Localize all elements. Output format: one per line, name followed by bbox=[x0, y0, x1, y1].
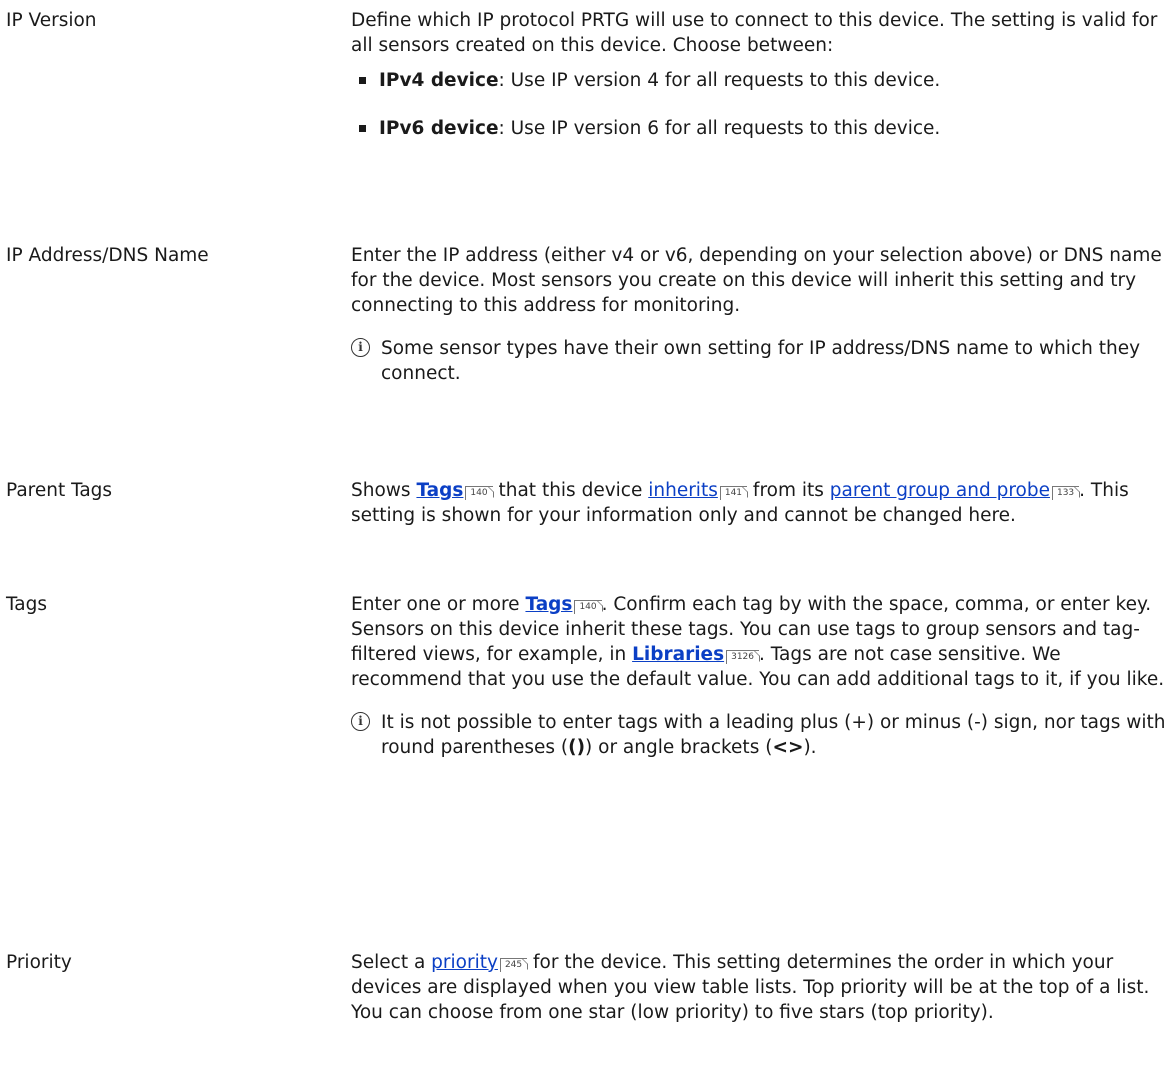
description-paragraph: Enter one or more Tags 140. Confirm each … bbox=[351, 592, 1166, 692]
description-text: from its bbox=[747, 480, 830, 501]
parent-group-link[interactable]: parent group and probe bbox=[830, 480, 1050, 501]
tags-link[interactable]: Tags bbox=[416, 480, 463, 501]
page-ref: 133 bbox=[1051, 486, 1080, 500]
setting-description: Enter one or more Tags 140. Confirm each … bbox=[351, 592, 1166, 760]
setting-description: Select a priority 245 for the device. Thi… bbox=[351, 950, 1166, 1025]
description-text: Enter the IP address (either v4 or v6, d… bbox=[351, 245, 1162, 316]
note-bold-text: <> bbox=[772, 737, 804, 758]
info-note: i It is not possible to enter tags with … bbox=[351, 710, 1166, 760]
page-ref: 140 bbox=[465, 486, 493, 500]
description-text: Define which IP protocol PRTG will use t… bbox=[351, 10, 1158, 56]
setting-label: Tags bbox=[6, 594, 47, 615]
info-icon: i bbox=[351, 338, 370, 357]
tags-link[interactable]: Tags bbox=[525, 594, 572, 615]
setting-description: Enter the IP address (either v4 or v6, d… bbox=[351, 243, 1166, 386]
option-text: : Use IP version 6 for all requests to t… bbox=[498, 118, 941, 139]
page-ref: 245 bbox=[499, 958, 528, 972]
setting-label: Priority bbox=[6, 952, 72, 973]
description-text: Enter one or more bbox=[351, 594, 526, 615]
note-text: Some sensor types have their own setting… bbox=[381, 338, 1141, 384]
option-text: : Use IP version 4 for all requests to t… bbox=[498, 70, 941, 91]
option-term: IPv6 device bbox=[379, 118, 499, 139]
option-list: IPv4 device: Use IP version 4 for all re… bbox=[351, 68, 1166, 141]
setting-label: IP Address/DNS Name bbox=[6, 245, 209, 266]
note-text: ). bbox=[803, 737, 817, 758]
list-item: IPv6 device: Use IP version 6 for all re… bbox=[351, 116, 1166, 141]
inherits-link[interactable]: inherits bbox=[648, 480, 718, 501]
page-ref: 140 bbox=[574, 600, 602, 614]
page-ref: 141 bbox=[719, 486, 748, 500]
libraries-link[interactable]: Libraries bbox=[632, 644, 724, 665]
setting-label: Parent Tags bbox=[6, 480, 113, 501]
option-term: IPv4 device bbox=[379, 70, 499, 91]
page-ref: 3126 bbox=[726, 650, 760, 664]
info-icon: i bbox=[351, 712, 370, 731]
list-item: IPv4 device: Use IP version 4 for all re… bbox=[351, 68, 1166, 93]
info-note: i Some sensor types have their own setti… bbox=[351, 336, 1166, 386]
description-text: Shows bbox=[351, 480, 417, 501]
note-bold-text: () bbox=[568, 737, 586, 758]
setting-label: IP Version bbox=[6, 10, 97, 31]
description-text: that this device bbox=[492, 480, 649, 501]
description-text: Select a bbox=[351, 952, 432, 973]
setting-description: Shows Tags 140 that this device inherits 1… bbox=[351, 478, 1166, 528]
setting-description: Define which IP protocol PRTG will use t… bbox=[351, 8, 1166, 164]
note-text: ) or angle brackets ( bbox=[585, 737, 773, 758]
priority-link[interactable]: priority bbox=[431, 952, 498, 973]
settings-table: IP Version Define which IP protocol PRTG… bbox=[0, 0, 1171, 1082]
